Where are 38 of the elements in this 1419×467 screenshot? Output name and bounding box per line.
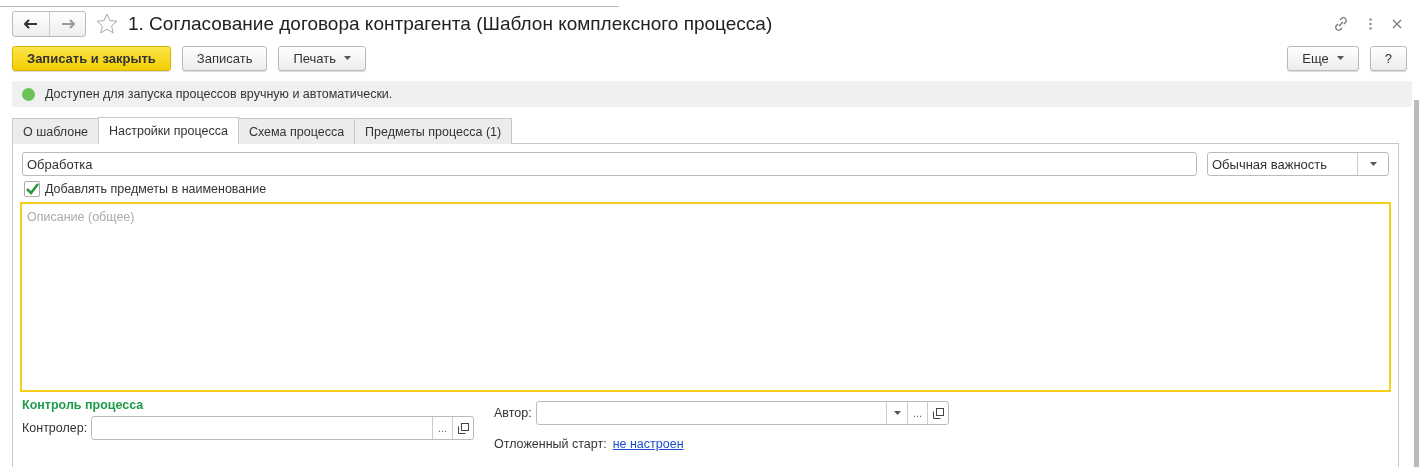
more-icon[interactable]	[1369, 18, 1372, 30]
deferred-start-link[interactable]: не настроен	[612, 437, 684, 451]
open-window-icon	[932, 407, 944, 419]
menu-button[interactable]: Еще	[1287, 45, 1359, 71]
toolbar-button[interactable]: ?	[1369, 45, 1407, 71]
window-title: 1. Согласование договора контрагента (Шаблон комплексного процесса)	[128, 13, 774, 35]
close-icon[interactable]	[1392, 19, 1402, 29]
tab[interactable]: Схема процесса	[237, 118, 356, 144]
name-field[interactable]: Обработка	[22, 152, 1197, 176]
caret-icon	[1336, 56, 1344, 60]
field-label: Отложенный старт:	[494, 437, 607, 451]
status-text: Доступен для запуска процессов вручную и автоматически.	[45, 87, 393, 101]
star-icon[interactable]	[96, 13, 118, 35]
field-label: Автор:	[494, 406, 532, 420]
checkbox[interactable]	[24, 181, 40, 197]
tab[interactable]: О шаблоне	[12, 118, 99, 144]
caret-icon	[893, 411, 901, 415]
tab[interactable]: Настройки процесса	[98, 117, 239, 144]
open-window-icon	[457, 422, 469, 434]
menu-button[interactable]: Печать	[278, 45, 366, 71]
select-button[interactable]: ...	[432, 417, 452, 439]
caret-icon	[1369, 162, 1377, 166]
scrollbar[interactable]	[1414, 100, 1419, 467]
controller-field[interactable]: ...	[91, 416, 474, 440]
tab[interactable]: Предметы процесса (1)	[354, 118, 513, 144]
author-field[interactable]: ...	[535, 401, 949, 425]
section-title: Контроль процесса	[22, 398, 145, 412]
description-field[interactable]: Описание (общее)	[20, 202, 1391, 392]
link-icon[interactable]	[1333, 16, 1349, 32]
toolbar-button[interactable]: Записать	[181, 45, 268, 71]
importance-dropdown[interactable]: Обычная важность	[1207, 152, 1389, 176]
caret-icon	[344, 56, 351, 60]
checkbox-label: Добавлять предметы в наименование	[45, 182, 267, 196]
select-button[interactable]: ...	[907, 402, 927, 424]
back-arrow-icon	[24, 19, 38, 29]
forward-arrow-icon	[60, 19, 75, 29]
field-label: Контролер:	[22, 421, 88, 435]
toolbar-button[interactable]: Записать и закрыть	[12, 45, 171, 71]
